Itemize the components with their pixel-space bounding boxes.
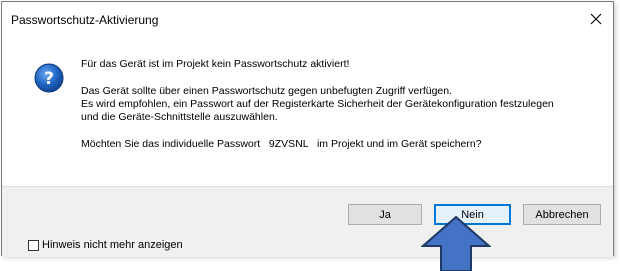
svg-text:?: ?: [44, 69, 54, 89]
close-button[interactable]: [581, 6, 611, 32]
up-arrow-icon: [421, 216, 491, 271]
close-icon: [590, 13, 602, 25]
dialog-content: ? Für das Gerät ist im Projekt kein Pass…: [2, 38, 613, 186]
question-text: Möchten Sie das individuelle Passwort 9Z…: [81, 138, 482, 150]
ja-button[interactable]: Ja: [348, 204, 422, 225]
abbrechen-button[interactable]: Abbrechen: [523, 204, 601, 225]
dont-show-again-checkbox[interactable]: [28, 239, 39, 251]
password-protection-dialog: Passwortschutz-Aktivierung ? Für das Ger…: [1, 1, 614, 257]
message-line-2: Das Gerät sollte über einen Passwortschu…: [81, 85, 453, 97]
question-icon: ?: [34, 63, 64, 93]
message-line-1: Für das Gerät ist im Projekt kein Passwo…: [81, 58, 350, 70]
dont-show-again-row[interactable]: Hinweis nicht mehr anzeigen: [28, 239, 183, 251]
message-line-4: und die Geräte-Schnittstelle auszuwählen…: [81, 111, 278, 123]
message-line-3: Es wird empfohlen, ein Passwort auf der …: [81, 98, 554, 110]
dialog-title: Passwortschutz-Aktivierung: [11, 13, 159, 27]
title-bar[interactable]: Passwortschutz-Aktivierung: [2, 2, 613, 38]
dont-show-again-label: Hinweis nicht mehr anzeigen: [42, 239, 183, 251]
dialog-footer: Ja Nein Abbrechen Hinweis nicht mehr anz…: [2, 186, 613, 257]
